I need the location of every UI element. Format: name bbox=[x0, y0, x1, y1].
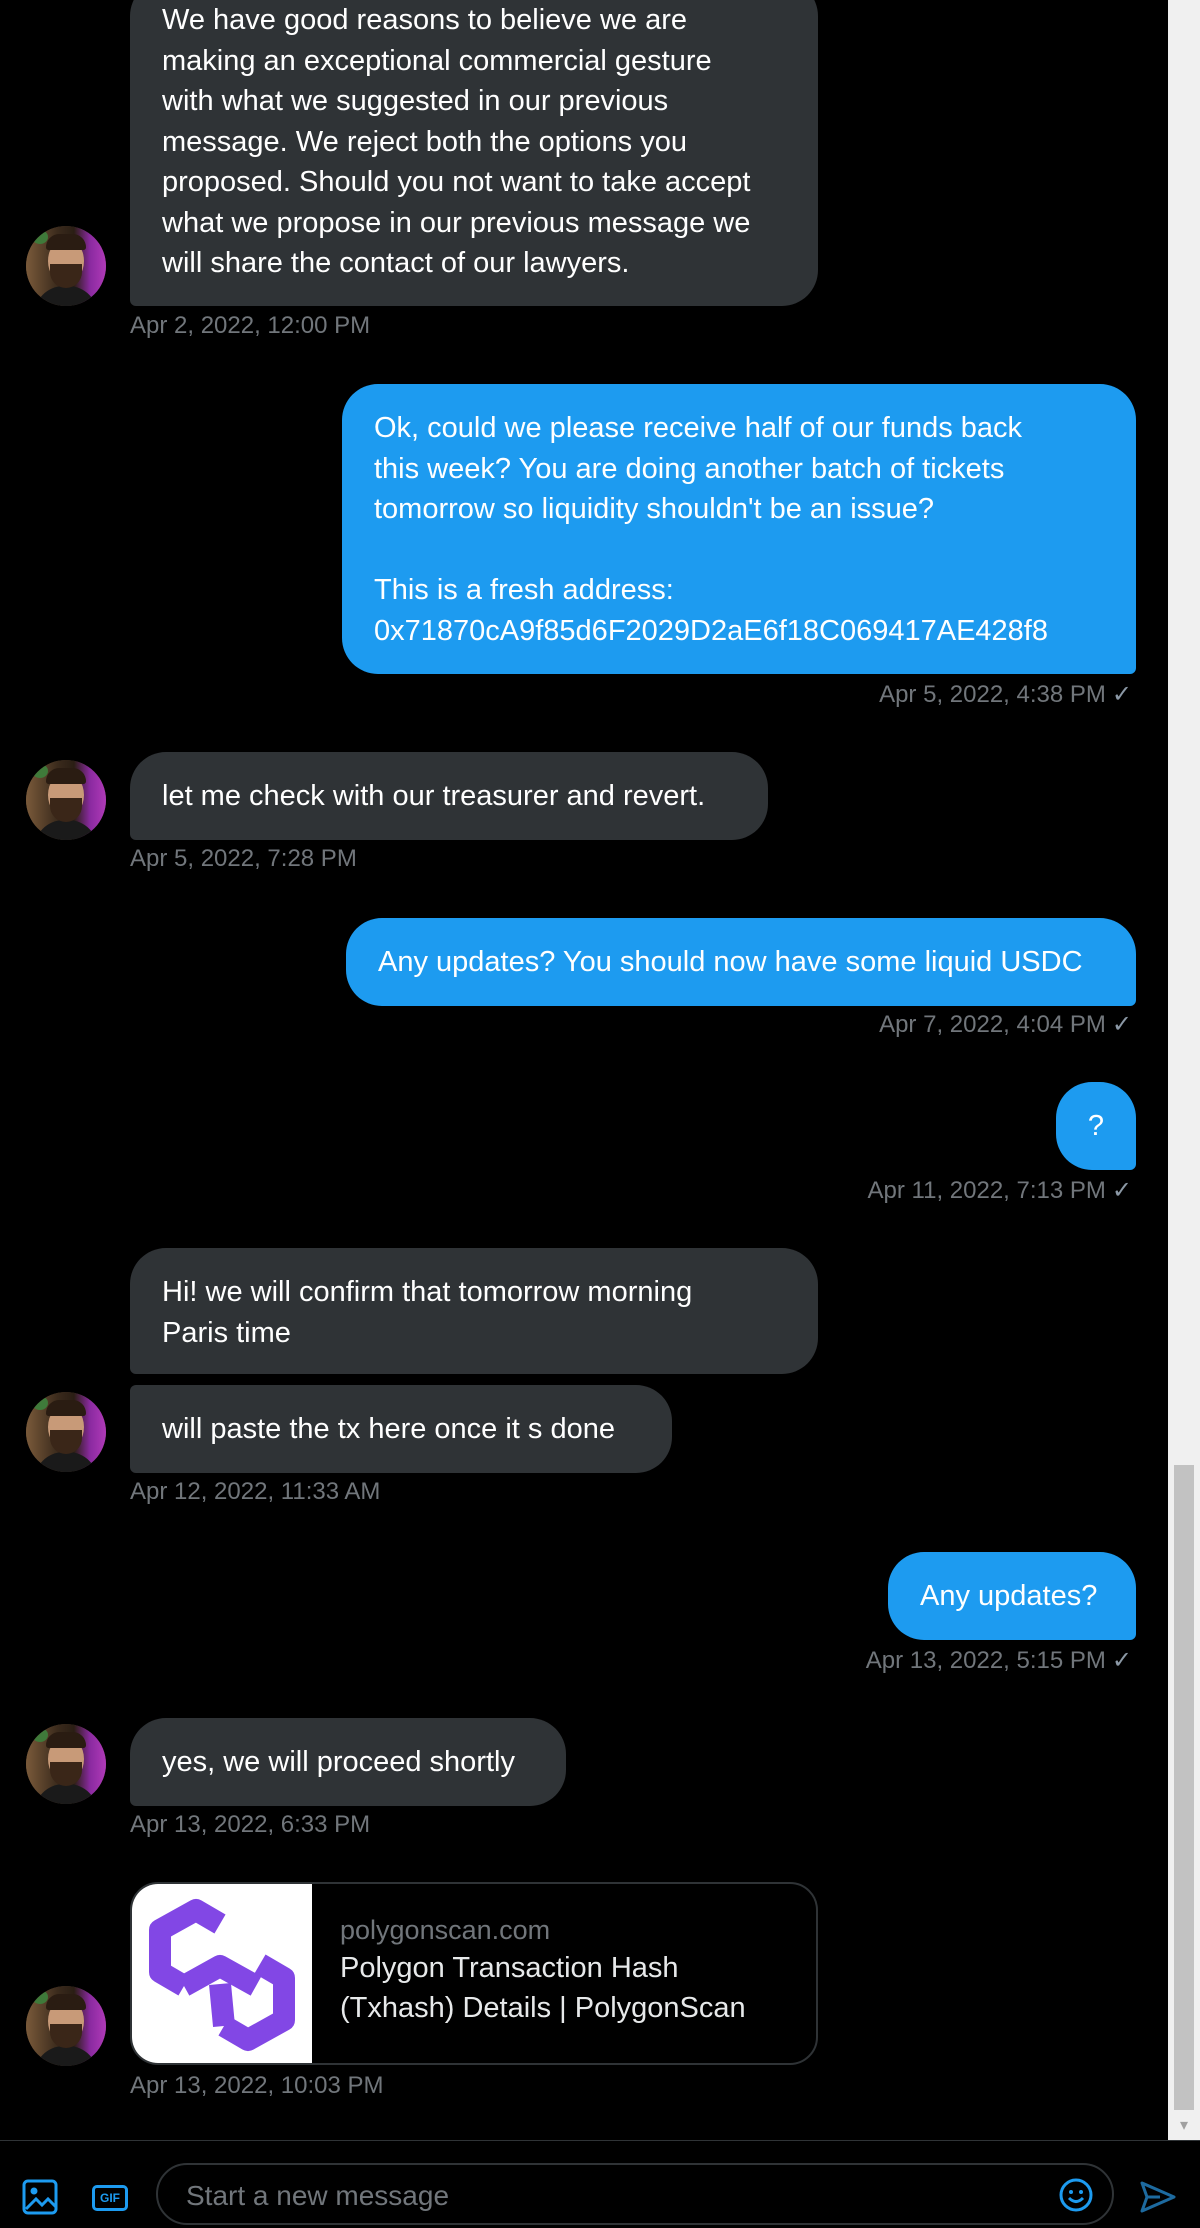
message-input-wrapper bbox=[156, 2163, 1114, 2225]
message-line: This is a fresh address: bbox=[374, 574, 674, 606]
emoji-icon[interactable] bbox=[1058, 2177, 1094, 2213]
message-input[interactable] bbox=[184, 2175, 1008, 2217]
message-line: will share the contact of our lawyers. bbox=[162, 247, 630, 279]
message-line bbox=[374, 530, 1104, 571]
sent-check-icon: ✓ bbox=[1111, 1011, 1132, 1038]
incoming-message: We have good reasons to believe we are m… bbox=[130, 0, 818, 306]
avatar[interactable] bbox=[26, 760, 106, 840]
polygon-logo bbox=[132, 1884, 312, 2063]
message-line: what we propose in our previous message … bbox=[162, 206, 751, 239]
avatar[interactable] bbox=[26, 1724, 106, 1804]
message-line: with what we suggested in our previous bbox=[162, 85, 669, 117]
send-icon[interactable] bbox=[1138, 2177, 1178, 2217]
message-line: will paste the tx here once it s done bbox=[162, 1413, 615, 1445]
avatar[interactable] bbox=[26, 1392, 106, 1472]
link-preview-card[interactable]: polygonscan.com Polygon Transaction Hash… bbox=[130, 1882, 818, 2065]
message-line: Paris time bbox=[162, 1316, 291, 1349]
message-line: making an exceptional commercial gesture bbox=[162, 44, 712, 77]
link-domain: polygonscan.com bbox=[340, 1915, 551, 1945]
scrollbar[interactable]: ▾ bbox=[1168, 0, 1200, 2140]
outgoing-message: ? bbox=[1056, 1082, 1136, 1170]
avatar[interactable] bbox=[26, 1986, 106, 2066]
scroll-thumb[interactable] bbox=[1174, 1465, 1194, 2110]
message-composer: GIF bbox=[0, 2140, 1200, 2228]
message-timestamp: Apr 5, 2022, 7:28 PM bbox=[130, 845, 357, 872]
message-timestamp: Apr 13, 2022, 10:03 PM bbox=[130, 2072, 384, 2099]
link-title: Polygon Transaction Hash bbox=[340, 1952, 679, 1984]
link-title: (Txhash) Details | PolygonScan bbox=[340, 1992, 746, 2024]
message-timestamp: Apr 13, 2022, 5:15 PM ✓ bbox=[865, 1647, 1132, 1674]
message-line: proposed. Should you not want to take ac… bbox=[162, 166, 751, 198]
message-line: yes, we will proceed shortly bbox=[162, 1746, 515, 1778]
outgoing-message: Any updates? You should now have some li… bbox=[346, 918, 1136, 1006]
message-timestamp: Apr 2, 2022, 12:00 PM bbox=[130, 312, 371, 339]
gif-icon[interactable]: GIF bbox=[92, 2185, 128, 2211]
scroll-down-arrow-icon[interactable]: ▾ bbox=[1168, 2114, 1200, 2138]
message-line: message. We reject both the options you bbox=[162, 125, 687, 158]
message-line: Hi! we will confirm that tomorrow mornin… bbox=[162, 1276, 693, 1308]
message-line: let me check with our treasurer and reve… bbox=[162, 780, 706, 812]
outgoing-message: Any updates? bbox=[888, 1552, 1136, 1640]
sent-check-icon: ✓ bbox=[1111, 1647, 1132, 1674]
avatar[interactable] bbox=[26, 226, 106, 306]
message-thread: We have good reasons to believe we are m… bbox=[0, 0, 1168, 2140]
message-timestamp: Apr 7, 2022, 4:04 PM ✓ bbox=[879, 1011, 1132, 1038]
incoming-message: Hi! we will confirm that tomorrow mornin… bbox=[130, 1248, 818, 1374]
message-timestamp: Apr 13, 2022, 6:33 PM bbox=[130, 1811, 371, 1838]
message-line: tomorrow so liquidity shouldn't be an is… bbox=[374, 493, 935, 525]
message-timestamp: Apr 12, 2022, 11:33 AM bbox=[130, 1478, 381, 1505]
incoming-message: yes, we will proceed shortly bbox=[130, 1718, 566, 1806]
sent-check-icon: ✓ bbox=[1111, 681, 1132, 708]
message-line: Ok, could we please receive half of our … bbox=[374, 412, 1023, 444]
message-timestamp: Apr 11, 2022, 7:13 PM ✓ bbox=[867, 1177, 1132, 1204]
message-line: this week? You are doing another batch o… bbox=[374, 452, 1005, 485]
outgoing-message: Ok, could we please receive half of our … bbox=[342, 384, 1136, 674]
message-line: ? bbox=[1087, 1110, 1105, 1142]
message-line: We have good reasons to believe we are bbox=[162, 4, 688, 36]
incoming-message: will paste the tx here once it s done bbox=[130, 1385, 672, 1473]
message-line: 0x71870cA9f85d6F2029D2aE6f18C069417AE428… bbox=[374, 614, 1048, 647]
sent-check-icon: ✓ bbox=[1111, 1177, 1132, 1204]
incoming-message: let me check with our treasurer and reve… bbox=[130, 752, 768, 840]
message-timestamp: Apr 5, 2022, 4:38 PM ✓ bbox=[879, 681, 1132, 708]
message-line: Any updates? You should now have some li… bbox=[378, 946, 1083, 978]
image-icon[interactable] bbox=[20, 2177, 60, 2217]
message-line: Any updates? bbox=[920, 1580, 1098, 1612]
